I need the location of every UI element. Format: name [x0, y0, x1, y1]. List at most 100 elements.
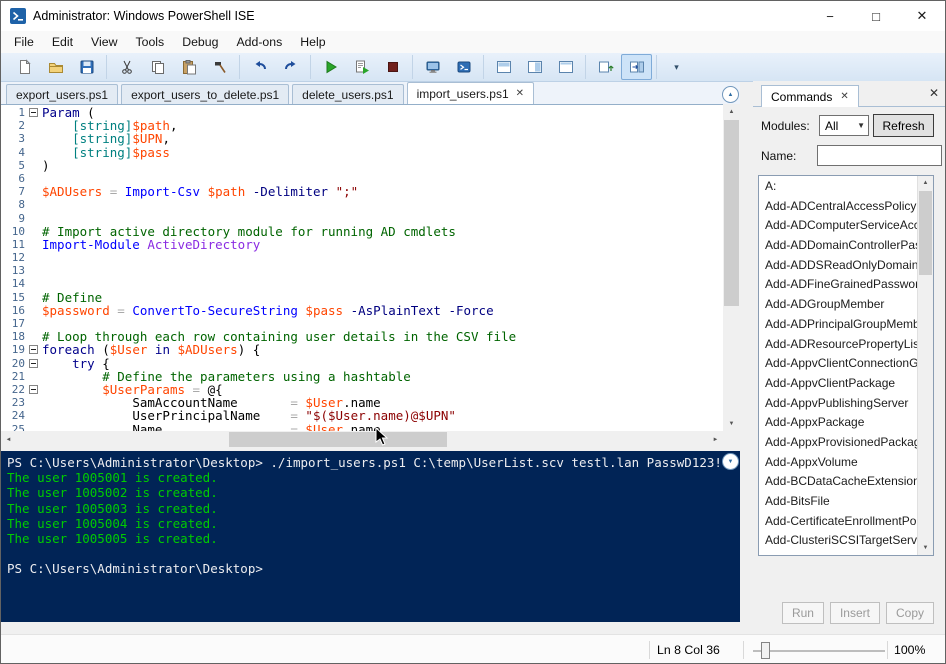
command-list-item[interactable]: Add-ADFineGrainedPasswordP — [759, 275, 918, 295]
list-scroll-up-icon[interactable]: ▲ — [918, 176, 933, 190]
command-list-item[interactable]: Add-ADGroupMember — [759, 295, 918, 315]
menu-item-edit[interactable]: Edit — [43, 31, 82, 53]
copy-button[interactable]: Copy — [885, 602, 934, 624]
collapse-console-pane-button[interactable]: ▼ — [722, 453, 739, 470]
command-list-item[interactable]: Add-AppxVolume — [759, 453, 918, 473]
open-script-button[interactable] — [40, 54, 71, 80]
close-button[interactable]: ✕ — [899, 1, 945, 31]
save-button[interactable] — [71, 54, 102, 80]
editor-line[interactable]: 11 Import-Module ActiveDirectory — [1, 238, 723, 251]
line-number: 8 — [18, 198, 25, 212]
close-tab-icon[interactable]: ✕ — [516, 88, 524, 99]
editor-horizontal-scrollbar[interactable]: ◄ ► — [1, 431, 723, 448]
command-list-item[interactable]: Add-AppvPublishingServer — [759, 394, 918, 414]
menu-item-help[interactable]: Help — [291, 31, 334, 53]
scroll-left-icon[interactable]: ◄ — [1, 431, 16, 448]
fold-collapse-icon[interactable] — [29, 358, 38, 368]
editor-line[interactable]: 7 $ADUsers = Import-Csv $path -Delimiter … — [1, 185, 723, 198]
paste-button[interactable] — [173, 54, 204, 80]
maximize-button[interactable]: □ — [853, 1, 899, 31]
new-script-button[interactable] — [9, 54, 40, 80]
command-list-item[interactable]: Add-ADDSReadOnlyDomainCo — [759, 256, 918, 276]
scroll-down-icon[interactable]: ▼ — [723, 416, 740, 431]
script-tab-delete_users.ps1[interactable]: delete_users.ps1 — [292, 84, 404, 104]
close-addon-panel-button[interactable]: ✕ — [929, 86, 939, 100]
command-list-item[interactable]: Add-ADDomainControllerPassw — [759, 236, 918, 256]
fold-collapse-icon[interactable] — [29, 385, 38, 395]
horizontal-scroll-thumb[interactable] — [229, 432, 447, 447]
command-list-item[interactable]: Add-BitsFile — [759, 492, 918, 512]
menu-item-file[interactable]: File — [5, 31, 43, 53]
command-list-item[interactable]: A: — [759, 177, 918, 197]
undo-button[interactable] — [244, 54, 275, 80]
editor-line[interactable]: 12 — [1, 251, 723, 264]
command-list-item[interactable]: Add-ADPrincipalGroupMember — [759, 315, 918, 335]
list-scroll-down-icon[interactable]: ▼ — [918, 541, 933, 555]
fold-collapse-icon[interactable] — [29, 345, 38, 355]
zoom-level: 100% — [894, 643, 926, 657]
start-powershell-button[interactable] — [448, 54, 479, 80]
clear-console-button[interactable] — [204, 54, 235, 80]
show-script-pane-top-button[interactable] — [488, 54, 519, 80]
close-commands-tab-icon[interactable]: ✕ — [840, 91, 848, 102]
toolbar-overflow-button[interactable]: ▾ — [661, 54, 692, 80]
command-list-item[interactable]: Add-ADResourcePropertyListM — [759, 335, 918, 355]
editor-vertical-scrollbar[interactable]: ▲ ▼ — [723, 104, 740, 431]
menu-item-addons[interactable]: Add-ons — [227, 31, 291, 53]
editor-line[interactable]: 4 [string]$pass — [1, 145, 723, 159]
run-button[interactable]: Run — [781, 602, 824, 624]
show-command-addon-button[interactable] — [590, 54, 621, 80]
menu-item-tools[interactable]: Tools — [126, 31, 173, 53]
stop-operation-button[interactable] — [377, 54, 408, 80]
copy-button[interactable] — [142, 54, 173, 80]
vertical-scroll-thumb[interactable] — [724, 120, 739, 306]
editor-line[interactable]: 16 $password = ConvertTo-SecureString $pa… — [1, 304, 723, 317]
console-pane[interactable]: PS C:\Users\Administrator\Desktop> ./imp… — [1, 451, 740, 622]
collapse-script-pane-button[interactable]: ▲ — [722, 86, 739, 103]
layout-top-icon — [496, 61, 511, 73]
minimize-button[interactable]: − — [807, 1, 853, 31]
redo-button[interactable] — [275, 54, 306, 80]
list-scroll-thumb[interactable] — [919, 191, 932, 275]
command-list-item[interactable]: Add-AppvClientConnectionGro — [759, 354, 918, 374]
commands-tab[interactable]: Commands ✕ — [761, 85, 859, 107]
cut-button[interactable] — [111, 54, 142, 80]
run-selection-button[interactable] — [346, 54, 377, 80]
command-list-item[interactable]: Add-CertificateEnrollmentPolicy — [759, 512, 918, 532]
editor-line[interactable]: 13 — [1, 264, 723, 277]
refresh-button[interactable]: Refresh — [873, 114, 934, 137]
command-list-scrollbar[interactable]: ▲ ▼ — [917, 176, 933, 555]
zoom-slider-track[interactable] — [753, 650, 885, 652]
script-tab-export_users_to_delete.ps1[interactable]: export_users_to_delete.ps1 — [121, 84, 290, 104]
command-list-item[interactable]: Add-ADComputerServiceAccou — [759, 216, 918, 236]
fold-collapse-icon[interactable] — [29, 108, 38, 118]
show-script-pane-maximized-button[interactable] — [550, 54, 581, 80]
scroll-right-icon[interactable]: ► — [708, 431, 723, 448]
show-script-pane-right-button[interactable] — [519, 54, 550, 80]
toggle-addon-pane-button[interactable] — [621, 54, 652, 80]
modules-dropdown[interactable]: All ▼ — [819, 115, 869, 136]
insert-button[interactable]: Insert — [829, 602, 880, 624]
command-list-item[interactable]: Add-AppxPackage — [759, 413, 918, 433]
editor-line[interactable]: 5) — [1, 159, 723, 172]
command-list-item[interactable]: Add-BCDataCacheExtension — [759, 472, 918, 492]
script-tab-export_users.ps1[interactable]: export_users.ps1 — [6, 84, 119, 104]
editor-line[interactable]: 14 — [1, 277, 723, 290]
zoom-slider-thumb[interactable] — [761, 642, 770, 659]
menu-item-view[interactable]: View — [82, 31, 126, 53]
command-list-item[interactable]: Add-AppxProvisionedPackage — [759, 433, 918, 453]
scroll-up-icon[interactable]: ▲ — [723, 104, 740, 119]
redo-icon — [284, 61, 295, 70]
command-list-item[interactable]: Add-ADCentralAccessPolicyMe — [759, 197, 918, 217]
run-script-button[interactable] — [315, 54, 346, 80]
editor-line[interactable]: 8 — [1, 198, 723, 211]
menu-item-debug[interactable]: Debug — [173, 31, 227, 53]
script-editor[interactable]: 1 Param (2 [string]$path, 3 [string]$UPN, 4… — [1, 104, 723, 431]
new-remote-powershell-tab-button[interactable] — [417, 54, 448, 80]
script-tab-import_users.ps1[interactable]: import_users.ps1 ✕ — [406, 82, 535, 104]
command-name-input[interactable] — [817, 145, 942, 166]
command-list-item[interactable]: Add-AppvClientPackage — [759, 374, 918, 394]
command-list-item[interactable]: Add-ClusteriSCSITargetServerR — [759, 531, 918, 551]
command-list-item[interactable]: Add-Computer — [759, 551, 918, 555]
editor-line[interactable]: 25 Name = $User.name — [1, 422, 723, 431]
